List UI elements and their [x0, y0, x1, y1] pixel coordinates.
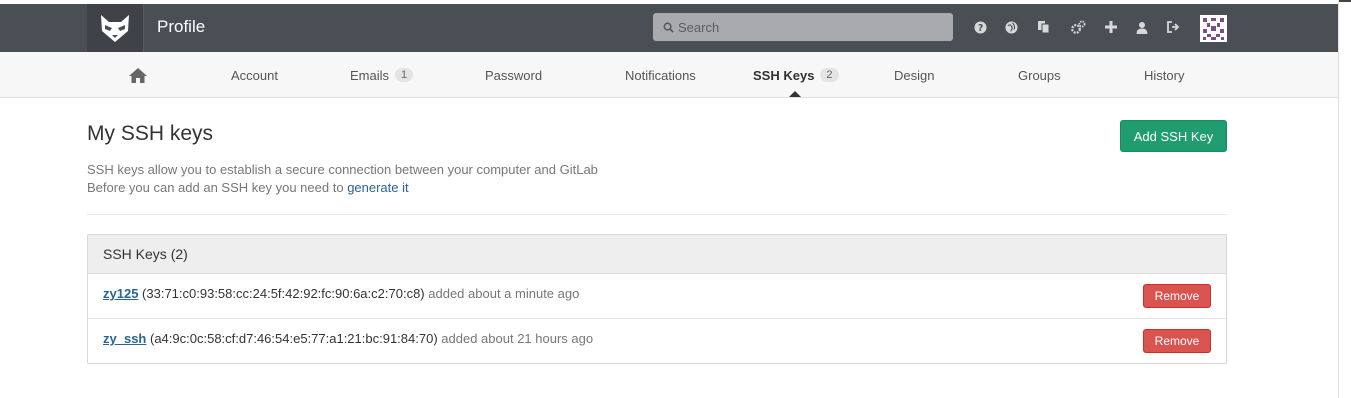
description-line-1: SSH keys allow you to establish a secure…: [87, 162, 598, 177]
identicon-icon: [1200, 15, 1227, 42]
ssh-key-row: zy_ssh (a4:9c:0c:58:cf:d7:46:54:e5:77:a1…: [88, 319, 1226, 364]
gitlab-logo[interactable]: [87, 4, 144, 52]
tab-notifications-label: Notifications: [625, 67, 696, 83]
ssh-key-row: zy125 (33:71:c0:93:58:cc:24:5f:42:92:fc:…: [88, 274, 1226, 319]
plus-icon[interactable]: [1103, 19, 1119, 35]
tab-password-label: Password: [485, 67, 543, 83]
remove-key-button[interactable]: Remove: [1143, 284, 1211, 308]
profile-subnav: Account Emails 1 Password Notifications …: [0, 52, 1338, 98]
tab-account-label: Account: [231, 67, 278, 83]
user-icon[interactable]: [1134, 19, 1150, 35]
tab-ssh-keys-label: SSH Keys: [753, 67, 815, 83]
ssh-key-name-link[interactable]: zy125: [103, 286, 138, 301]
tab-history-label: History: [1144, 67, 1185, 83]
tab-home[interactable]: [129, 52, 147, 98]
gitlab-logo-icon: [101, 15, 129, 42]
cogs-icon[interactable]: [1070, 19, 1086, 35]
tab-password[interactable]: Password: [485, 52, 542, 98]
ssh-key-name-link[interactable]: zy_ssh: [103, 331, 146, 346]
divider: [87, 214, 1227, 215]
help-icon[interactable]: ?: [972, 19, 988, 35]
search-box[interactable]: [653, 13, 953, 41]
add-ssh-key-button[interactable]: Add SSH Key: [1120, 120, 1227, 152]
tab-groups[interactable]: Groups: [1018, 52, 1061, 98]
sign-out-icon[interactable]: [1165, 19, 1181, 35]
tab-groups-label: Groups: [1018, 67, 1061, 83]
ssh-keys-panel: SSH Keys (2) zy125 (33:71:c0:93:58:cc:24…: [87, 234, 1227, 364]
globe-icon[interactable]: [1003, 19, 1019, 35]
emails-count-badge: 1: [395, 68, 414, 82]
ssh-key-fingerprint: (33:71:c0:93:58:cc:24:5f:42:92:fc:90:6a:…: [142, 286, 425, 301]
page-title: My SSH keys: [87, 122, 214, 145]
description-line-2: Before you can add an SSH key you need t…: [87, 179, 598, 197]
tab-account[interactable]: Account: [231, 52, 278, 98]
user-avatar[interactable]: [1200, 15, 1227, 42]
generate-it-link[interactable]: generate it: [347, 180, 408, 195]
ssh-key-added-time: added about 21 hours ago: [441, 331, 594, 346]
tab-notifications[interactable]: Notifications: [625, 52, 696, 98]
copy-icon[interactable]: [1035, 19, 1051, 35]
tab-history[interactable]: History: [1144, 52, 1184, 98]
tab-design[interactable]: Design: [894, 52, 934, 98]
ssh-key-fingerprint: (a4:9c:0c:58:cf:d7:46:54:e5:77:a1:21:bc:…: [150, 331, 438, 346]
home-icon: [129, 67, 147, 83]
remove-key-button[interactable]: Remove: [1143, 329, 1211, 353]
top-header: Profile ?: [0, 0, 1338, 52]
app-title[interactable]: Profile: [157, 17, 205, 37]
tab-emails[interactable]: Emails 1: [350, 52, 414, 98]
page-description: SSH keys allow you to establish a secure…: [87, 161, 598, 197]
search-input[interactable]: [678, 19, 938, 35]
tab-emails-label: Emails: [350, 67, 390, 83]
page-scrollbar[interactable]: [1338, 0, 1351, 398]
description-line-2-text: Before you can add an SSH key you need t…: [87, 180, 344, 195]
ssh-keys-count-badge: 2: [820, 68, 839, 82]
ssh-key-added-time: added about a minute ago: [428, 286, 580, 301]
svg-text:?: ?: [977, 22, 982, 33]
tab-design-label: Design: [894, 67, 935, 83]
panel-heading: SSH Keys (2): [88, 235, 1226, 274]
active-tab-caret: [789, 91, 801, 97]
search-icon: [663, 22, 674, 33]
